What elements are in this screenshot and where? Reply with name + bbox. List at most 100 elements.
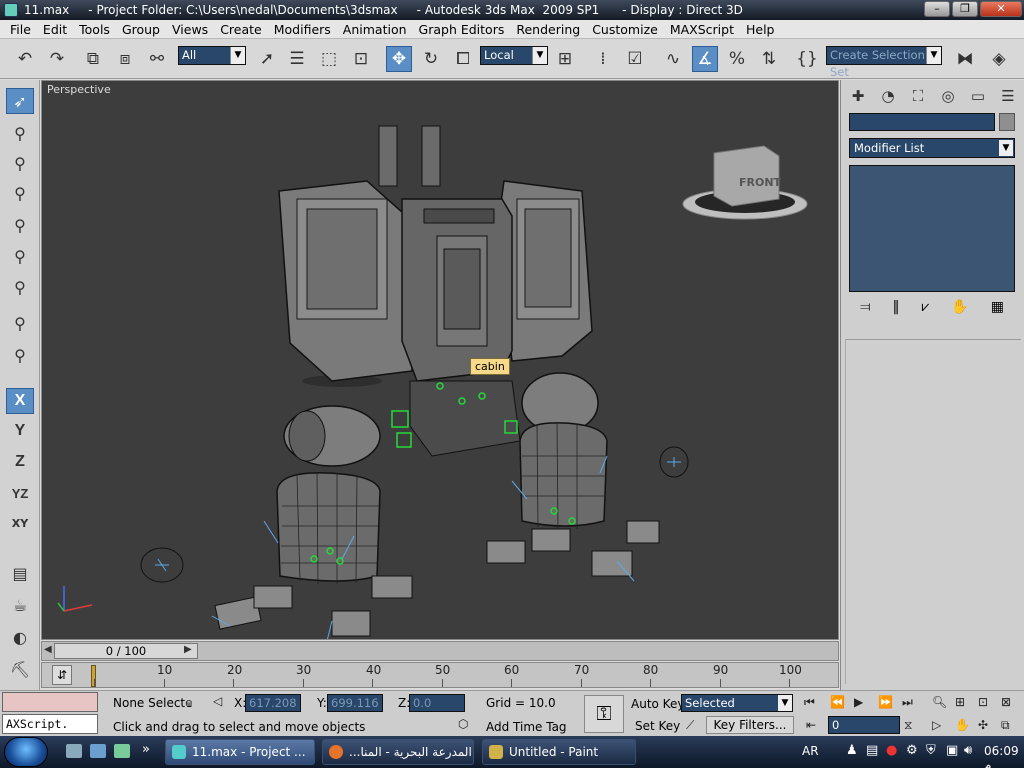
menu-maxscript[interactable]: MAXScript xyxy=(664,22,740,37)
set-key-icon[interactable]: ⚿ xyxy=(584,695,624,733)
menu-customize[interactable]: Customize xyxy=(586,22,664,37)
close-button[interactable]: ✕ xyxy=(980,1,1022,17)
network-icon[interactable]: ▤ xyxy=(866,743,878,758)
chevron-left-icon[interactable]: ◀ xyxy=(44,644,52,655)
default-tangent-icon[interactable]: ⟋ xyxy=(686,718,694,733)
time-slider-thumb[interactable]: 0 / 100 xyxy=(54,643,198,659)
lock-icon[interactable]: 🔒︎ xyxy=(186,695,192,710)
axis-z-button[interactable]: Z xyxy=(6,449,34,475)
maximize-viewport-icon[interactable]: ⧉ xyxy=(1001,718,1010,733)
perspective-viewport[interactable]: Perspective FRONT cabin xyxy=(41,80,839,640)
menu-create[interactable]: Create xyxy=(214,22,268,37)
user-icon[interactable]: ♟ xyxy=(846,743,858,758)
remove-modifier-icon[interactable]: ✋ xyxy=(951,299,968,315)
select-by-name-icon[interactable]: ☰ xyxy=(284,46,310,72)
next-frame-icon[interactable]: ⏩ xyxy=(878,695,893,709)
named-selection-dropdown[interactable]: Create Selection Set ▼ xyxy=(826,46,942,79)
redo-icon[interactable]: ↷ xyxy=(44,46,70,72)
menu-animation[interactable]: Animation xyxy=(337,22,413,37)
messenger-icon[interactable] xyxy=(114,744,130,758)
manipulate-icon[interactable]: ⁞ xyxy=(590,46,616,72)
snap-xy-icon[interactable]: ⚲ xyxy=(6,342,34,368)
rect-selection-icon[interactable]: ⬚ xyxy=(316,46,342,72)
menu-modifiers[interactable]: Modifiers xyxy=(268,22,337,37)
snap-perp-icon[interactable]: ⚲ xyxy=(6,274,34,300)
task-firefox[interactable]: ...المدرعة البحرية - المنا xyxy=(322,739,474,765)
modifier-stack[interactable] xyxy=(849,165,1015,292)
y-coordinate-field[interactable]: 699.116 xyxy=(327,694,383,712)
axis-y-button[interactable]: Y xyxy=(6,418,34,444)
connection-icon[interactable]: ▣ xyxy=(946,743,958,758)
viewcube-front-label[interactable]: FRONT xyxy=(739,176,781,189)
pivot-center-icon[interactable]: ⊞ xyxy=(552,46,578,72)
keyboard-shortcut-icon[interactable]: ☑ xyxy=(622,46,648,72)
previous-frame-icon[interactable]: ⏪ xyxy=(830,695,845,709)
select-scale-icon[interactable]: ⧠ xyxy=(450,46,476,72)
zoom-extents-icon[interactable]: ⊡ xyxy=(978,695,988,709)
select-object-icon[interactable]: ➚ xyxy=(254,46,280,72)
task-paint[interactable]: Untitled - Paint xyxy=(482,739,636,765)
ref-coord-dropdown[interactable]: Local ▼ xyxy=(480,46,548,65)
go-to-start-icon[interactable]: ⏮ xyxy=(804,695,815,710)
menu-file[interactable]: File xyxy=(4,22,37,37)
undo-icon[interactable]: ↶ xyxy=(12,46,38,72)
mirror-icon[interactable]: ⧓ xyxy=(952,46,978,72)
x-coordinate-field[interactable]: 617.208 xyxy=(245,694,301,712)
key-filters-button[interactable]: Key Filters... xyxy=(706,716,794,734)
safely-remove-icon[interactable]: ⚙ xyxy=(906,743,918,758)
object-color-swatch[interactable] xyxy=(999,113,1015,131)
menu-graph-editors[interactable]: Graph Editors xyxy=(413,22,511,37)
chevron-right-icon[interactable]: ▶ xyxy=(184,644,192,655)
maxscript-listener-top[interactable] xyxy=(2,692,98,712)
z-coordinate-field[interactable]: 0.0 xyxy=(409,694,465,712)
track-bar[interactable]: ⇵ 10 20 30 40 50 60 70 80 90 100 xyxy=(41,662,839,688)
configure-sets-icon[interactable]: ▦ xyxy=(991,299,1004,315)
maximize-button[interactable]: ❐ xyxy=(952,1,978,17)
volume-icon[interactable]: 🔊︎ xyxy=(964,743,972,758)
task-3dsmax[interactable]: 11.max - Project ... xyxy=(165,739,315,765)
start-button[interactable] xyxy=(4,737,48,767)
motion-tab-icon[interactable]: ◎ xyxy=(935,84,961,108)
mini-curve-icon[interactable]: ⇵ xyxy=(52,665,72,685)
teapot-icon[interactable]: ☕ xyxy=(6,592,34,618)
auto-key-button[interactable]: Auto Key xyxy=(631,697,684,711)
clock[interactable]: 06:09 م xyxy=(984,744,1024,768)
select-move-icon[interactable]: ✥ xyxy=(386,46,412,72)
snap-grid-icon[interactable]: ⚲ xyxy=(6,310,34,336)
absolute-mode-icon[interactable]: ◁ xyxy=(213,694,222,708)
snap-bbox-icon[interactable]: ⚲ xyxy=(6,243,34,269)
render-icon[interactable]: ⛏ xyxy=(6,656,34,682)
select-rotate-icon[interactable]: ↻ xyxy=(418,46,444,72)
select-move-tool-icon[interactable]: ➶ xyxy=(6,88,34,114)
fov-icon[interactable]: ▷ xyxy=(932,718,941,732)
display-tab-icon[interactable]: ▭ xyxy=(965,84,991,108)
snap-vertex-icon[interactable]: ⚲ xyxy=(6,120,34,146)
percent-snap-icon[interactable]: % xyxy=(724,46,750,72)
zoom-icon[interactable]: 🔍︎ xyxy=(932,695,947,709)
edit-named-selection-icon[interactable]: {} xyxy=(794,46,820,72)
zoom-all-icon[interactable]: ⊞ xyxy=(955,695,965,709)
antivirus-icon[interactable]: ● xyxy=(886,743,897,758)
go-to-end-icon[interactable]: ⏭ xyxy=(902,695,913,710)
menu-help[interactable]: Help xyxy=(740,22,781,37)
menu-edit[interactable]: Edit xyxy=(37,22,73,37)
maxscript-mini-listener[interactable]: AXScript. xyxy=(2,714,98,734)
snap-pivot-icon[interactable]: ⚲ xyxy=(6,212,34,238)
material-icon[interactable]: ◐ xyxy=(6,624,34,650)
mech-model[interactable] xyxy=(42,81,839,640)
angle-snap-icon[interactable]: ∡ xyxy=(692,46,718,72)
switch-windows-icon[interactable] xyxy=(90,744,106,758)
snap-edge-icon[interactable]: ⚲ xyxy=(6,150,34,176)
snap-face-icon[interactable]: ⚲ xyxy=(6,180,34,206)
isolate-icon[interactable]: ⬡ xyxy=(458,717,468,731)
menu-views[interactable]: Views xyxy=(166,22,214,37)
object-name-field[interactable] xyxy=(849,113,995,131)
time-config-icon[interactable]: ⧖ xyxy=(904,718,912,733)
key-mode-dropdown[interactable]: Selected ▼ xyxy=(681,694,793,712)
window-crossing-icon[interactable]: ⊡ xyxy=(348,46,374,72)
layer-manager-icon[interactable]: ▤ xyxy=(6,560,34,586)
language-indicator[interactable]: AR xyxy=(802,744,819,758)
snaps-toggle-icon[interactable]: ∿ xyxy=(660,46,686,72)
menu-rendering[interactable]: Rendering xyxy=(510,22,586,37)
pan-icon[interactable]: ✋ xyxy=(955,718,970,732)
